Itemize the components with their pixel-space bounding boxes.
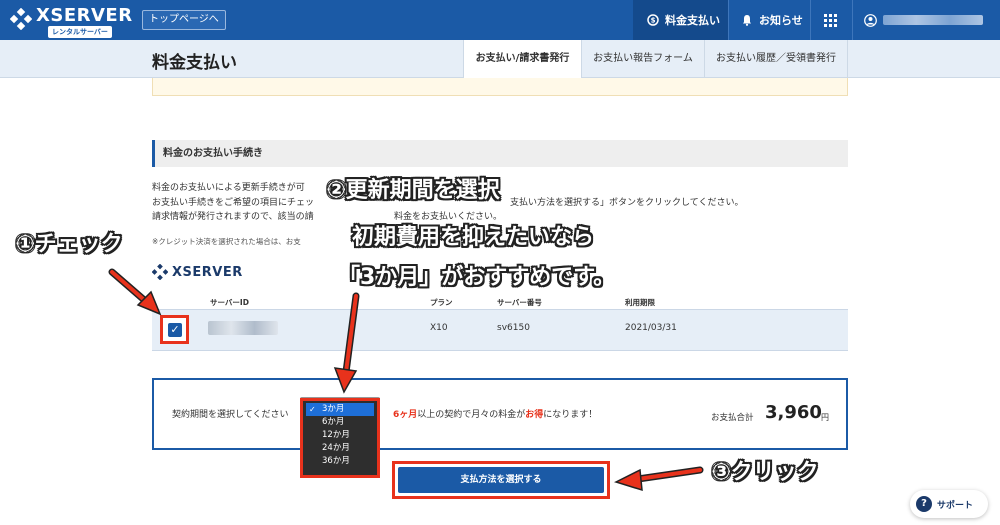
server-id-blurred — [208, 321, 278, 335]
nav-item-label: 料金支払い — [665, 14, 720, 27]
pay-button-highlight: 支払方法を選択する — [392, 461, 610, 499]
coin-icon: $ — [647, 14, 659, 26]
term-option-12[interactable]: 12か月 — [306, 429, 374, 442]
annotation-step2-line2: 初期費用を抑えたいなら — [352, 225, 595, 250]
nav-item-notice[interactable]: お知らせ — [741, 0, 803, 40]
check-icon: ✓ — [309, 405, 316, 414]
section-heading: 料金のお支払い手続き — [152, 140, 848, 167]
top-navbar: XSERVER レンタルサーバー トップページへ $ 料金支払い お知らせ — [0, 0, 1000, 40]
tab-payment-report[interactable]: お支払い報告フォーム — [581, 40, 704, 78]
nav-divider — [852, 0, 853, 40]
column-header-server-no: サーバー番号 — [497, 298, 542, 307]
term-option-3[interactable]: ✓ 3か月 — [306, 403, 374, 416]
promo-text: 6ヶ月以上の契約で月々の料金がお得になります！ — [393, 407, 597, 420]
promo-highlight: 6ヶ月 — [393, 410, 418, 420]
notice-box — [152, 78, 848, 96]
annotation-step2-title: ②更新期間を選択 — [327, 178, 500, 203]
cell-expiry: 2021/03/31 — [625, 323, 677, 333]
select-payment-method-button[interactable]: 支払方法を選択する — [398, 467, 604, 493]
product-logo-text: XSERVER — [172, 264, 243, 280]
support-button[interactable]: ? サポート — [910, 490, 988, 518]
column-header-expiry: 利用期限 — [625, 298, 655, 307]
arrow-to-pay-button — [613, 466, 704, 492]
nav-item-payment[interactable]: $ 料金支払い — [647, 0, 720, 40]
logo-text: XSERVER — [36, 5, 133, 26]
total-unit: 円 — [821, 413, 829, 422]
product-logo: XSERVER — [152, 264, 243, 280]
cell-server-no: sv6150 — [497, 323, 530, 333]
description-line: お支払い手続きをご希望の項目にチェッ — [152, 198, 315, 208]
total-label: お支払合計 — [711, 413, 754, 423]
server-checkbox[interactable]: ✓ — [168, 323, 182, 337]
annotation-step2-line3: 「3か月」がおすすめです。 — [338, 265, 616, 290]
column-header-server-id: サーバーID — [210, 298, 249, 307]
apps-menu-button[interactable] — [824, 0, 837, 40]
description-line: 料金のお支払いによる更新手続きが可 — [152, 183, 305, 193]
promo-highlight: お得 — [525, 410, 544, 420]
xserver-logo[interactable]: XSERVER レンタルサーバー — [10, 4, 135, 38]
annotation-step3: ③クリック — [712, 460, 819, 485]
xserver-logo-icon — [10, 8, 32, 30]
option-label: 24か月 — [322, 443, 350, 453]
tab-payment-invoice[interactable]: お支払い/請求書発行 — [463, 40, 581, 79]
term-label: 契約期間を選択してください — [172, 410, 289, 420]
option-label: 3か月 — [322, 404, 345, 414]
user-icon — [864, 13, 877, 27]
bell-icon — [743, 15, 751, 26]
promo-suffix: になります！ — [543, 410, 598, 420]
promo-middle: 以上の契約で月々の料金が — [417, 410, 526, 420]
description-line: 支払い方法を選択する」ボタンをクリックしてください。 — [510, 198, 744, 208]
column-header-plan: プラン — [430, 298, 453, 307]
toppage-button[interactable]: トップページへ — [142, 10, 226, 30]
total-value: 3,960 — [765, 402, 822, 423]
term-dropdown[interactable]: ✓ 3か月 6か月 12か月 24か月 36か月 — [300, 398, 380, 478]
option-label: 6か月 — [322, 417, 345, 427]
nav-item-label: お知らせ — [759, 14, 803, 27]
checkbox-highlight: ✓ — [160, 315, 189, 344]
term-option-24[interactable]: 24か月 — [306, 442, 374, 455]
support-label: サポート — [937, 500, 974, 511]
xserver-mark-icon — [152, 264, 168, 280]
term-option-36[interactable]: 36か月 — [306, 455, 374, 468]
option-label: 36か月 — [322, 456, 350, 466]
nav-divider — [728, 0, 729, 40]
logo-subtext: レンタルサーバー — [48, 26, 112, 38]
term-option-6[interactable]: 6か月 — [306, 416, 374, 429]
grid-icon — [824, 13, 837, 27]
option-label: 12か月 — [322, 430, 350, 440]
help-icon: ? — [916, 496, 932, 512]
svg-text:$: $ — [651, 17, 656, 25]
tab-payment-history[interactable]: お支払い履歴／受領書発行 — [704, 40, 848, 78]
cell-plan: X10 — [430, 323, 448, 333]
page-title: 料金支払い — [152, 53, 237, 73]
user-menu-button[interactable] — [864, 0, 983, 40]
description-line: 請求情報が発行されますので、該当の請 — [152, 212, 314, 222]
user-name-blurred — [883, 15, 983, 25]
nav-divider — [810, 0, 811, 40]
annotation-step1: ①チェック — [16, 232, 123, 257]
description-note: ※クレジット決済を選択された場合は、お支 — [152, 237, 301, 246]
